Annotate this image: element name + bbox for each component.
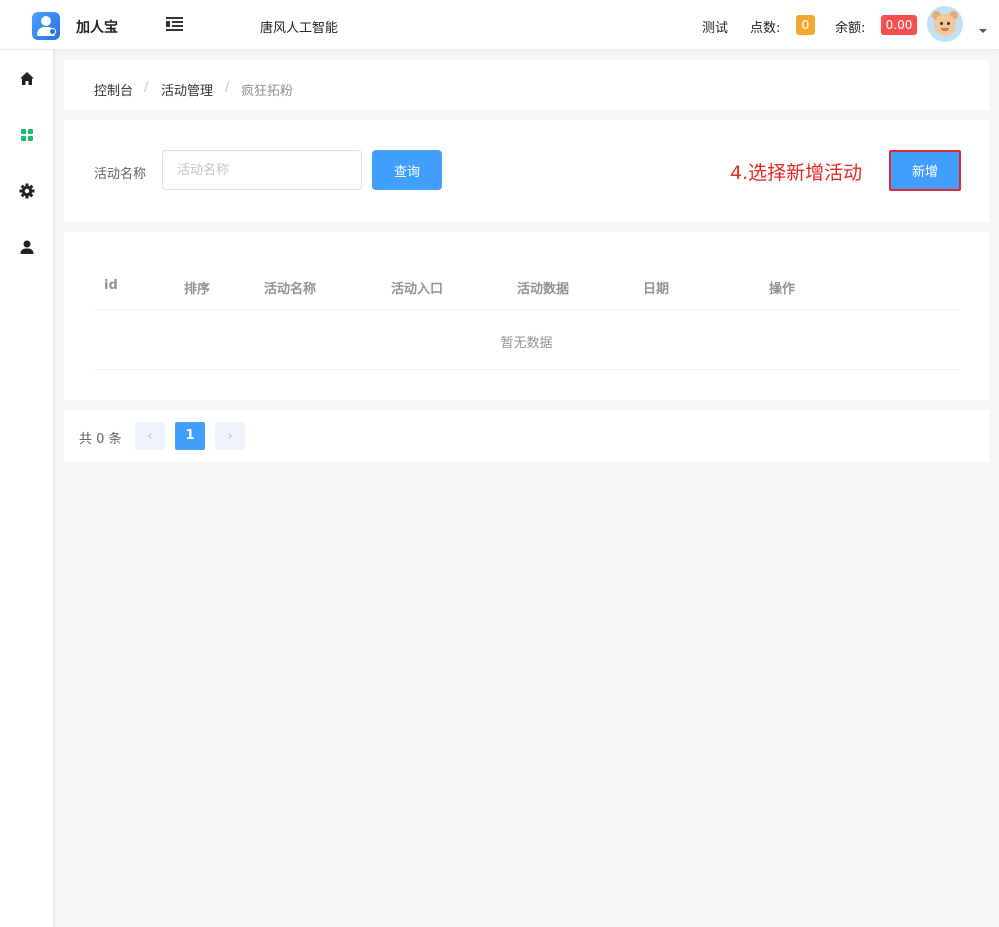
balance-label: 余额: — [835, 21, 866, 36]
column-header-actions: 操作 — [769, 282, 796, 297]
query-button[interactable]: 查询 — [372, 150, 442, 190]
user-name: 测试 — [702, 21, 729, 36]
column-header-date: 日期 — [643, 282, 670, 297]
activity-name-label: 活动名称 — [94, 167, 147, 182]
organization-name: 唐风人工智能 — [260, 21, 339, 36]
breadcrumb-separator: / — [144, 80, 149, 95]
activity-table: id 排序 活动名称 活动入口 活动数据 日期 操作 暂无数据 — [64, 232, 989, 400]
grid-icon[interactable] — [17, 125, 37, 145]
breadcrumb-item-activity-management[interactable]: 活动管理 — [161, 80, 213, 99]
page-number-button[interactable]: 1 — [175, 422, 205, 450]
column-header-activity-name: 活动名称 — [264, 282, 317, 297]
table-header-divider — [94, 309, 959, 310]
column-header-sort: 排序 — [184, 282, 211, 297]
breadcrumb: 控制台 / 活动管理 / 疯狂拓粉 — [64, 60, 989, 110]
table-bottom-divider — [94, 369, 959, 370]
column-header-activity-entry: 活动入口 — [391, 282, 444, 297]
home-icon[interactable] — [17, 69, 37, 89]
breadcrumb-item-dashboard[interactable]: 控制台 — [94, 80, 133, 99]
user-avatar[interactable] — [927, 6, 963, 42]
tutorial-annotation: 4.选择新增活动 — [730, 162, 863, 184]
search-panel: 活动名称 查询 4.选择新增活动 新增 — [64, 120, 989, 222]
activity-name-input[interactable] — [162, 150, 362, 190]
app-logo-icon — [32, 12, 60, 40]
add-button[interactable]: 新增 — [889, 150, 961, 191]
total-count-text: 共 0 条 — [79, 432, 122, 447]
balance-badge: 0.00 — [881, 15, 917, 35]
prev-page-button[interactable]: ‹ — [135, 422, 165, 450]
breadcrumb-item-current: 疯狂拓粉 — [241, 84, 294, 99]
gear-icon[interactable] — [17, 181, 37, 201]
menu-collapse-icon[interactable] — [166, 17, 183, 31]
sidebar — [0, 50, 54, 927]
points-badge: 0 — [796, 15, 815, 35]
user-icon[interactable] — [17, 237, 37, 257]
points-label: 点数: — [750, 21, 781, 36]
user-menu-caret-icon[interactable] — [979, 29, 987, 33]
breadcrumb-separator: / — [225, 80, 230, 95]
column-header-activity-data: 活动数据 — [517, 282, 570, 297]
pagination: 共 0 条 ‹ 1 › — [64, 410, 989, 462]
app-name: 加人宝 — [76, 20, 118, 36]
next-page-button[interactable]: › — [215, 422, 245, 450]
column-header-id: id — [104, 278, 118, 293]
empty-state-text: 暂无数据 — [500, 336, 553, 351]
top-navbar: 加人宝 唐风人工智能 测试 点数: 0 余额: 0.00 — [0, 0, 999, 50]
